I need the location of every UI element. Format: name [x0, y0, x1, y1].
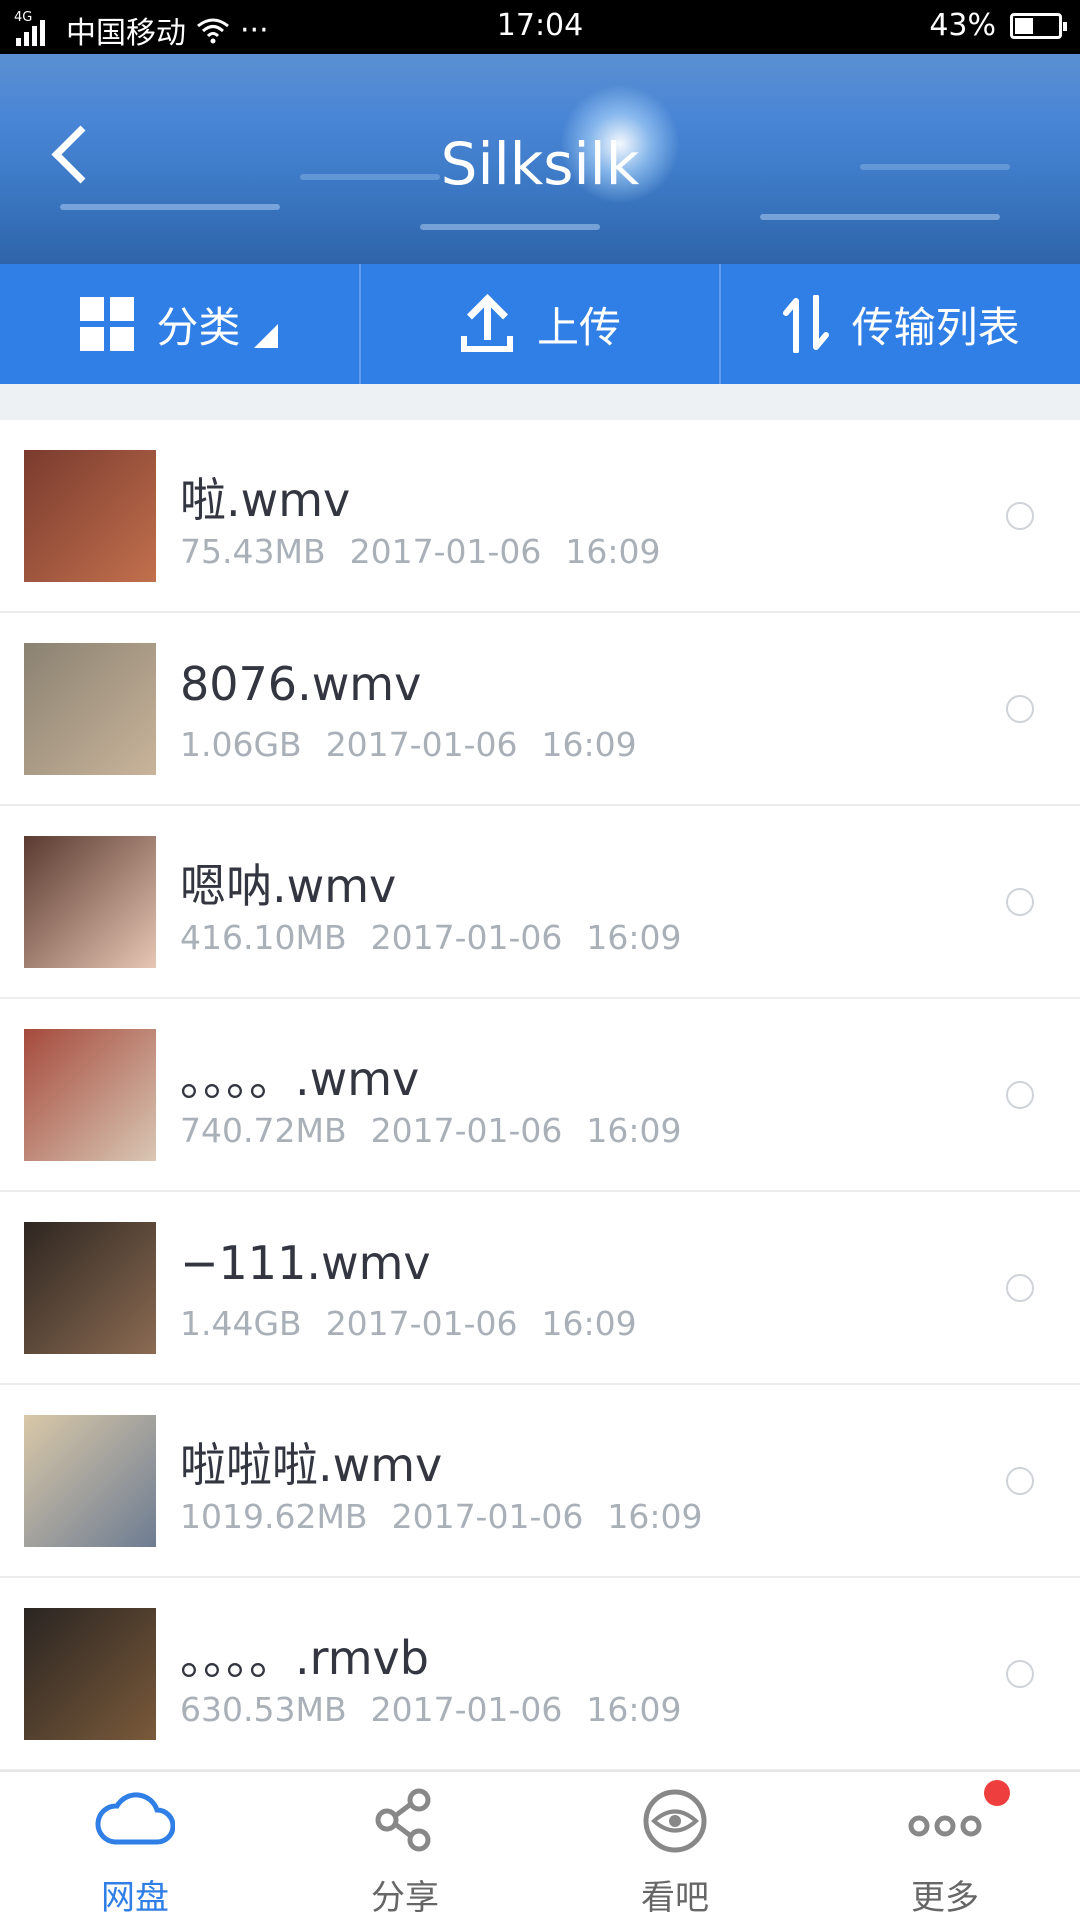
video-thumbnail [24, 1608, 156, 1740]
banner-wave [60, 204, 280, 210]
share-icon [375, 1788, 431, 1852]
file-time: 16:09 [607, 1497, 703, 1536]
category-button[interactable]: 分类 [0, 264, 361, 384]
video-thumbnail [24, 1029, 156, 1161]
file-meta: 740.72MB 2017-01-06 16:09 [180, 1111, 681, 1150]
file-meta: 416.10MB 2017-01-06 16:09 [180, 918, 681, 957]
banner-wave [760, 214, 1000, 220]
tab-kanba[interactable]: 看吧 [540, 1772, 810, 1920]
tab-cloud-drive[interactable]: 网盘 [0, 1772, 270, 1920]
select-radio[interactable] [1006, 1081, 1034, 1109]
eye-icon [643, 1789, 707, 1853]
file-date: 2017-01-06 [370, 918, 563, 957]
file-date: 2017-01-06 [325, 1304, 518, 1343]
video-thumbnail [24, 836, 156, 968]
battery-icon [1010, 12, 1067, 39]
select-radio[interactable] [1006, 695, 1034, 723]
file-size: 416.10MB [180, 918, 347, 957]
battery-percent: 43% [929, 8, 996, 43]
file-meta: 630.53MB 2017-01-06 16:09 [180, 1690, 681, 1729]
file-date: 2017-01-06 [370, 1111, 563, 1150]
tab-label: 看吧 [641, 1878, 709, 1918]
video-thumbnail [24, 450, 156, 582]
file-time: 16:09 [541, 1304, 637, 1343]
clock: 17:04 [496, 8, 584, 43]
upload-label: 上传 [537, 302, 622, 352]
file-size: 1019.62MB [180, 1497, 368, 1536]
header-banner: Silksilk [0, 54, 1080, 264]
transfer-arrows-icon [782, 295, 829, 353]
status-bar: 4G 中国移动 ··· 17:04 43% [0, 0, 1080, 54]
tab-label: 网盘 [101, 1878, 169, 1918]
tab-label: 分享 [371, 1878, 439, 1918]
file-date: 2017-01-06 [325, 725, 518, 764]
file-size: 1.44GB [180, 1304, 302, 1343]
tab-more[interactable]: 更多 [810, 1772, 1080, 1920]
file-time: 16:09 [541, 725, 637, 764]
file-time: 16:09 [586, 1111, 682, 1150]
file-size: 630.53MB [180, 1690, 347, 1729]
upload-button[interactable]: 上传 [361, 264, 722, 384]
file-name: 啦.wmv [180, 473, 351, 527]
action-toolbar: 分类 上传 传输列表 [0, 264, 1080, 384]
file-date: 2017-01-06 [370, 1690, 563, 1729]
file-row[interactable]: 啦.wmv 75.43MB 2017-01-06 16:09 [0, 420, 1080, 613]
file-list: 啦.wmv 75.43MB 2017-01-06 16:09 8076.wmv 1.06G… [0, 420, 1080, 1771]
cloud-icon [95, 1792, 175, 1845]
file-name: 啦啦啦.wmv [180, 1438, 443, 1492]
file-row[interactable]: −111.wmv 1.44GB 2017-01-06 16:09 [0, 1192, 1080, 1385]
transfer-list-label: 传输列表 [851, 302, 1020, 352]
video-thumbnail [24, 1222, 156, 1354]
upload-icon [459, 296, 515, 352]
file-meta: 1.06GB 2017-01-06 16:09 [180, 725, 637, 764]
notification-badge [984, 1780, 1010, 1806]
file-name: 。。。。.wmv [180, 1052, 420, 1106]
file-row[interactable]: 。。。。.wmv 740.72MB 2017-01-06 16:09 [0, 999, 1080, 1192]
file-time: 16:09 [565, 532, 661, 571]
file-row[interactable]: 啦啦啦.wmv 1019.62MB 2017-01-06 16:09 [0, 1385, 1080, 1578]
file-meta: 1.44GB 2017-01-06 16:09 [180, 1304, 637, 1343]
file-row[interactable]: 嗯呐.wmv 416.10MB 2017-01-06 16:09 [0, 806, 1080, 999]
select-radio[interactable] [1006, 888, 1034, 916]
file-row[interactable]: 8076.wmv 1.06GB 2017-01-06 16:09 [0, 613, 1080, 806]
file-name: 8076.wmv [180, 657, 422, 711]
bottom-tab-bar: 网盘 分享 看吧 更多 [0, 1770, 1080, 1920]
file-name: −111.wmv [180, 1236, 431, 1290]
file-name: 嗯呐.wmv [180, 859, 397, 913]
grid-icon [80, 297, 135, 351]
tab-share[interactable]: 分享 [270, 1772, 540, 1920]
category-label: 分类 [156, 302, 241, 352]
select-radio[interactable] [1006, 502, 1034, 530]
video-thumbnail [24, 1415, 156, 1547]
file-row[interactable]: 。。。。.rmvb 630.53MB 2017-01-06 16:09 [0, 1578, 1080, 1771]
file-date: 2017-01-06 [349, 532, 542, 571]
tab-label: 更多 [911, 1878, 979, 1918]
file-name: 。。。。.rmvb [180, 1631, 429, 1685]
select-radio[interactable] [1006, 1274, 1034, 1302]
file-date: 2017-01-06 [391, 1497, 584, 1536]
file-time: 16:09 [586, 1690, 682, 1729]
file-size: 1.06GB [180, 725, 302, 764]
file-meta: 1019.62MB 2017-01-06 16:09 [180, 1497, 702, 1536]
file-time: 16:09 [586, 918, 682, 957]
file-size: 75.43MB [180, 532, 326, 571]
file-size: 740.72MB [180, 1111, 347, 1150]
select-radio[interactable] [1006, 1467, 1034, 1495]
banner-wave [420, 224, 600, 230]
file-meta: 75.43MB 2017-01-06 16:09 [180, 532, 660, 571]
page-title: Silksilk [440, 130, 640, 198]
more-dots-icon [908, 1815, 982, 1837]
video-thumbnail [24, 643, 156, 775]
transfer-list-button[interactable]: 传输列表 [721, 264, 1080, 384]
collapsed-header-strip [0, 384, 1080, 420]
dropdown-triangle-icon [254, 324, 279, 348]
select-radio[interactable] [1006, 1660, 1034, 1688]
